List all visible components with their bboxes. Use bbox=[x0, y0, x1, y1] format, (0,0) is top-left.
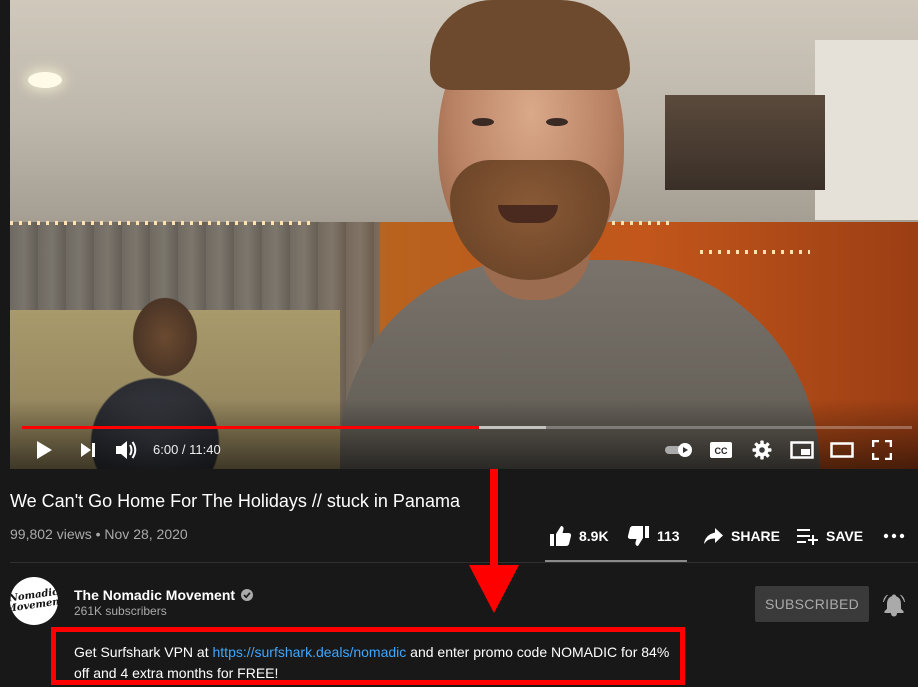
thumbs-down-icon bbox=[627, 526, 649, 546]
volume-icon bbox=[116, 441, 137, 459]
save-label: SAVE bbox=[826, 528, 864, 544]
section-divider bbox=[10, 562, 918, 563]
avatar-logo-text: Nomadic Movement bbox=[10, 586, 58, 615]
miniplayer-button[interactable] bbox=[788, 432, 816, 468]
volume-button[interactable] bbox=[112, 432, 142, 468]
video-frame-cabinet bbox=[815, 40, 918, 220]
video-meta: 99,802 views • Nov 28, 2020 bbox=[10, 526, 188, 542]
thumbs-up-icon bbox=[550, 526, 572, 546]
annotation-arrow-head bbox=[469, 565, 519, 613]
progress-played bbox=[22, 426, 480, 429]
video-frame-person-mouth bbox=[498, 205, 558, 223]
save-button[interactable]: SAVE bbox=[797, 522, 863, 550]
share-label: SHARE bbox=[731, 528, 781, 544]
captions-button[interactable]: CC bbox=[708, 432, 734, 468]
description-link[interactable]: https://surfshark.deals/nomadic bbox=[213, 644, 407, 660]
video-frame-ceiling-light bbox=[28, 72, 62, 88]
theater-mode-icon bbox=[830, 442, 854, 458]
video-description: Get Surfshark VPN at https://surfshark.d… bbox=[74, 642, 679, 684]
verified-check-icon bbox=[241, 589, 254, 601]
play-button[interactable] bbox=[30, 432, 58, 468]
settings-button[interactable] bbox=[750, 432, 774, 468]
video-frame-person-hair bbox=[430, 0, 630, 90]
video-frame-string-lights bbox=[700, 250, 810, 254]
more-actions-button[interactable] bbox=[883, 522, 905, 550]
next-button[interactable] bbox=[74, 432, 102, 468]
fullscreen-button[interactable] bbox=[868, 432, 896, 468]
video-frame-eye bbox=[472, 118, 494, 126]
time-display: 6:00 / 11:40 bbox=[153, 442, 221, 457]
autoplay-toggle[interactable] bbox=[662, 432, 696, 468]
theater-mode-button[interactable] bbox=[828, 432, 856, 468]
dislike-button[interactable]: 113 bbox=[627, 522, 680, 550]
captions-icon: CC bbox=[710, 442, 732, 458]
miniplayer-icon bbox=[790, 441, 814, 459]
share-arrow-icon bbox=[704, 528, 723, 544]
duration: 11:40 bbox=[189, 442, 221, 457]
video-frame-eye bbox=[546, 118, 568, 126]
autoplay-toggle-icon bbox=[665, 443, 692, 457]
like-button[interactable]: 8.9K bbox=[549, 522, 609, 550]
notification-bell-button[interactable] bbox=[880, 591, 908, 619]
svg-text:CC: CC bbox=[715, 446, 728, 456]
upload-date: Nov 28, 2020 bbox=[104, 526, 188, 542]
player-controls: 6:00 / 11:40 CC bbox=[10, 432, 918, 468]
dislike-count: 113 bbox=[657, 528, 680, 544]
channel-avatar[interactable]: Nomadic Movement bbox=[10, 577, 58, 625]
bell-icon bbox=[883, 594, 905, 617]
channel-name[interactable]: The Nomadic Movement bbox=[74, 587, 235, 603]
channel-name-row[interactable]: The Nomadic Movement bbox=[74, 587, 254, 603]
play-icon bbox=[37, 441, 52, 459]
annotation-arrow-shaft bbox=[490, 469, 498, 571]
subscribed-button[interactable]: SUBSCRIBED bbox=[755, 586, 869, 622]
subscriber-count: 261K subscribers bbox=[74, 604, 167, 618]
video-title: We Can't Go Home For The Holidays // stu… bbox=[10, 491, 460, 511]
time-separator: / bbox=[178, 442, 190, 457]
video-frame-string-lights bbox=[10, 221, 310, 225]
gear-icon bbox=[752, 440, 772, 460]
more-horizontal-icon bbox=[883, 533, 905, 539]
meta-separator: • bbox=[91, 526, 105, 542]
video-player[interactable]: 6:00 / 11:40 CC bbox=[10, 0, 918, 469]
playlist-add-icon bbox=[797, 529, 818, 545]
share-button[interactable]: SHARE bbox=[703, 522, 780, 550]
current-time: 6:00 bbox=[153, 442, 179, 457]
video-frame-bookshelf bbox=[665, 95, 825, 190]
view-count: 99,802 views bbox=[10, 526, 92, 542]
like-count: 8.9K bbox=[579, 528, 609, 544]
fullscreen-icon bbox=[872, 440, 892, 460]
description-prefix: Get Surfshark VPN at bbox=[74, 644, 213, 660]
next-icon bbox=[81, 443, 95, 457]
progress-bar[interactable] bbox=[22, 426, 912, 429]
